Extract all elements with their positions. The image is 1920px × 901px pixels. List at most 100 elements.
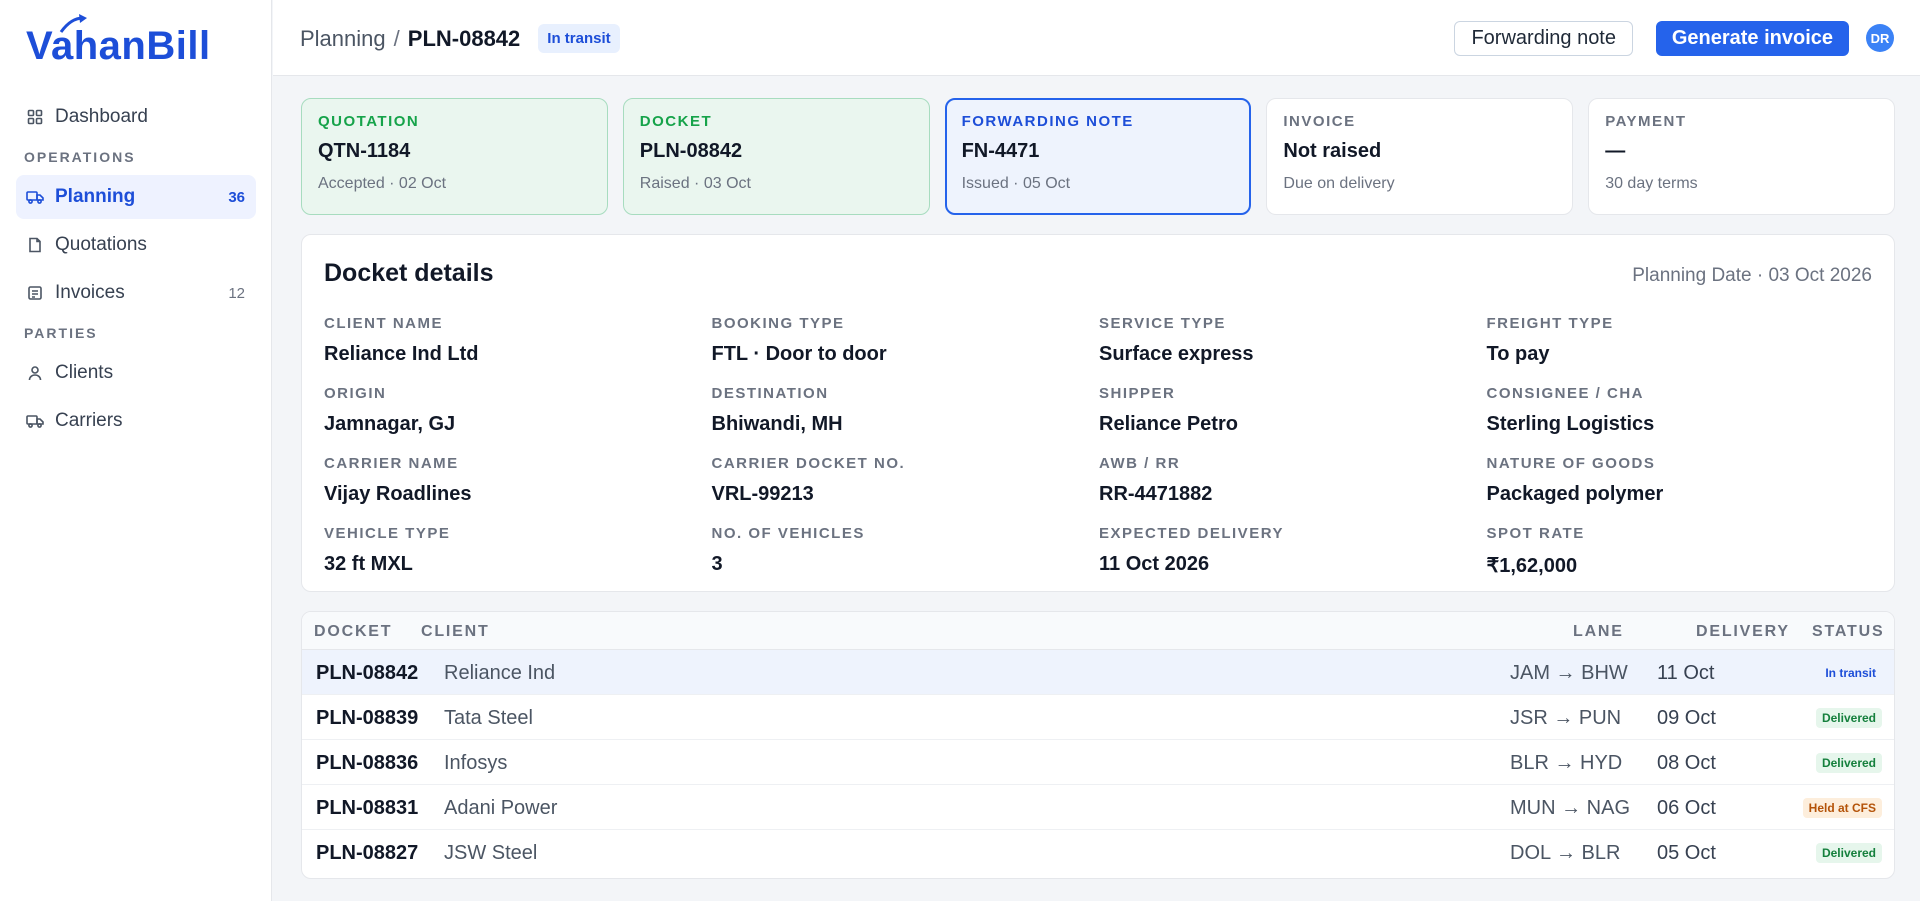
- status-badge: Delivered: [1815, 753, 1882, 773]
- field-label: FREIGHT TYPE: [1486, 315, 1614, 332]
- field-service-type: SERVICE TYPE Surface express: [1099, 309, 1487, 379]
- stage-value: PLN-08842: [639, 140, 743, 162]
- field-carrier-docket-no: CARRIER DOCKET NO. VRL-99213: [712, 449, 1100, 519]
- stage-card-quotation[interactable]: QUOTATION QTN-1184 Accepted · 02 Oct: [301, 98, 608, 215]
- stage-label: FORWARDING NOTE: [961, 113, 1134, 130]
- generate-invoice-button[interactable]: Generate invoice: [1655, 21, 1849, 56]
- forwarding-note-button[interactable]: Forwarding note: [1454, 21, 1633, 56]
- field-value: 11 Oct 2026: [1099, 553, 1210, 575]
- field-label: VEHICLE TYPE: [324, 525, 451, 542]
- field-label: AWB / RR: [1099, 455, 1181, 472]
- field-label: CARRIER DOCKET NO.: [711, 455, 906, 472]
- cell-delivery: 05 Oct: [1657, 842, 1716, 864]
- cell-docket[interactable]: PLN-08836: [316, 752, 418, 775]
- table-row[interactable]: PLN-08827 JSW Steel DOL → BLR 05 Oct Deliver…: [302, 830, 1894, 875]
- sidebar-item-label: Clients: [55, 362, 114, 383]
- stage-label: QUOTATION: [318, 113, 420, 130]
- sidebar-item-label: Carriers: [55, 410, 123, 431]
- field-label: SERVICE TYPE: [1099, 315, 1226, 332]
- sidebar-item-invoices[interactable]: Invoices 12: [16, 271, 256, 315]
- cell-delivery: 11 Oct: [1657, 662, 1715, 684]
- table-row[interactable]: PLN-08836 Infosys BLR → HYD 08 Oct Delivered: [302, 740, 1894, 785]
- field-destination: DESTINATION Bhiwandi, MH: [712, 379, 1100, 449]
- cell-client: Tata Steel: [444, 707, 533, 729]
- field-origin: ORIGIN Jamnagar, GJ: [324, 379, 712, 449]
- field-label: DESTINATION: [711, 385, 829, 402]
- field-awb-rr: AWB / RR RR-4471882: [1099, 449, 1487, 519]
- sidebar-item-label: Planning: [55, 186, 136, 207]
- stage-value: QTN-1184: [318, 140, 411, 162]
- field-label: SHIPPER: [1099, 385, 1176, 402]
- avatar[interactable]: DR: [1866, 24, 1894, 52]
- field-expected-delivery: EXPECTED DELIVERY 11 Oct 2026: [1099, 519, 1487, 589]
- planning-date: Planning Date · 03 Oct 2026: [1632, 265, 1872, 286]
- status-badge: In transit: [538, 24, 620, 53]
- field-shipper: SHIPPER Reliance Petro: [1099, 379, 1487, 449]
- stage-subtext: 30 day terms: [1605, 175, 1698, 192]
- stage-card-forwarding-note[interactable]: FORWARDING NOTE FN-4471 Issued · 05 Oct: [944, 98, 1252, 215]
- sidebar-item-quotations[interactable]: Quotations: [16, 223, 256, 267]
- sidebar-item-clients[interactable]: Clients: [16, 351, 256, 395]
- topbar: Planning / PLN-08842 In transit Forwardi…: [273, 0, 1920, 76]
- sidebar-item-dashboard[interactable]: Dashboard: [16, 95, 256, 139]
- table-row[interactable]: PLN-08831 Adani Power MUN → NAG 06 Oct Held …: [302, 785, 1894, 830]
- field-vehicle-type: VEHICLE TYPE 32 ft MXL: [324, 519, 712, 589]
- field-value: FTL · Door to door: [711, 343, 887, 365]
- breadcrumb-separator: /: [393, 25, 400, 51]
- field-no-of-vehicles: NO. OF VEHICLES 3: [712, 519, 1100, 589]
- status-badge: Held at CFS: [1802, 798, 1882, 818]
- field-value: Bhiwandi, MH: [711, 413, 843, 435]
- sidebar-section-operations: OPERATIONS: [24, 149, 136, 165]
- col-lane[interactable]: LANE: [1573, 623, 1624, 641]
- status-badge: Delivered: [1815, 843, 1882, 863]
- cell-lane: MUN → NAG: [1510, 797, 1630, 819]
- brand-logo[interactable]: VahanBill: [26, 14, 211, 70]
- field-label: CLIENT NAME: [324, 315, 443, 332]
- cell-docket[interactable]: PLN-08842: [316, 662, 418, 685]
- cell-lane: BLR → HYD: [1510, 752, 1623, 774]
- stage-card-payment[interactable]: PAYMENT — 30 day terms: [1588, 98, 1895, 215]
- field-label: EXPECTED DELIVERY: [1099, 525, 1284, 542]
- sidebar-item-planning[interactable]: Planning 36: [16, 175, 256, 219]
- cell-delivery: 08 Oct: [1657, 752, 1716, 774]
- stage-label: INVOICE: [1283, 113, 1356, 130]
- field-value: Reliance Petro: [1099, 413, 1238, 435]
- field-carrier-name: CARRIER NAME Vijay Roadlines: [324, 449, 712, 519]
- brand-name: VahanBill: [26, 24, 211, 68]
- status-badge: In transit: [1825, 666, 1876, 680]
- table-row[interactable]: PLN-08839 Tata Steel JSR → PUN 09 Oct Delive…: [302, 695, 1894, 740]
- docket-details-card: Docket details Planning Date · 03 Oct 20…: [301, 234, 1895, 592]
- cell-docket[interactable]: PLN-08831: [316, 797, 418, 820]
- field-booking-type: BOOKING TYPE FTL · Door to door: [712, 309, 1100, 379]
- sidebar-item-label: Dashboard: [55, 106, 148, 127]
- sidebar-item-label: Quotations: [55, 234, 147, 255]
- field-value: To pay: [1486, 343, 1550, 365]
- col-delivery[interactable]: DELIVERY: [1696, 623, 1790, 641]
- workflow-stages: QUOTATION QTN-1184 Accepted · 02 Oct DOCKET…: [301, 98, 1895, 215]
- col-status[interactable]: STATUS: [1812, 623, 1884, 641]
- stage-card-invoice[interactable]: INVOICE Not raised Due on delivery: [1266, 98, 1574, 215]
- breadcrumb-parent[interactable]: Planning: [300, 26, 386, 52]
- stage-label: DOCKET: [639, 113, 713, 130]
- table-row[interactable]: PLN-08842 Reliance Ind JAM → BHW 11 Oct In t…: [302, 650, 1894, 695]
- stage-subtext: Raised · 03 Oct: [639, 175, 751, 192]
- stage-card-docket[interactable]: DOCKET PLN-08842 Raised · 03 Oct: [622, 98, 930, 215]
- dashboard-icon: [26, 108, 44, 126]
- cell-delivery: 09 Oct: [1657, 707, 1716, 729]
- sidebar-item-label: Invoices: [55, 282, 125, 303]
- sidebar-item-carriers[interactable]: Carriers: [16, 399, 256, 443]
- details-title: Docket details: [324, 259, 494, 287]
- table-body: PLN-08842 Reliance Ind JAM → BHW 11 Oct In t…: [302, 650, 1894, 875]
- user-icon: [26, 364, 44, 382]
- cell-docket[interactable]: PLN-08839: [316, 707, 418, 730]
- logo-arrow-icon: [59, 14, 87, 33]
- col-client[interactable]: CLIENT: [421, 623, 490, 641]
- stage-value: FN-4471: [961, 140, 1040, 162]
- field-value: RR-4471882: [1099, 483, 1213, 505]
- field-label: SPOT RATE: [1486, 525, 1585, 542]
- col-docket[interactable]: DOCKET: [314, 623, 392, 641]
- sidebar: VahanBill Dashboard OPERATIONS Planning 36 Q…: [0, 0, 272, 901]
- cell-docket[interactable]: PLN-08827: [316, 842, 418, 865]
- field-label: NO. OF VEHICLES: [711, 525, 865, 542]
- cell-delivery: 06 Oct: [1657, 797, 1716, 819]
